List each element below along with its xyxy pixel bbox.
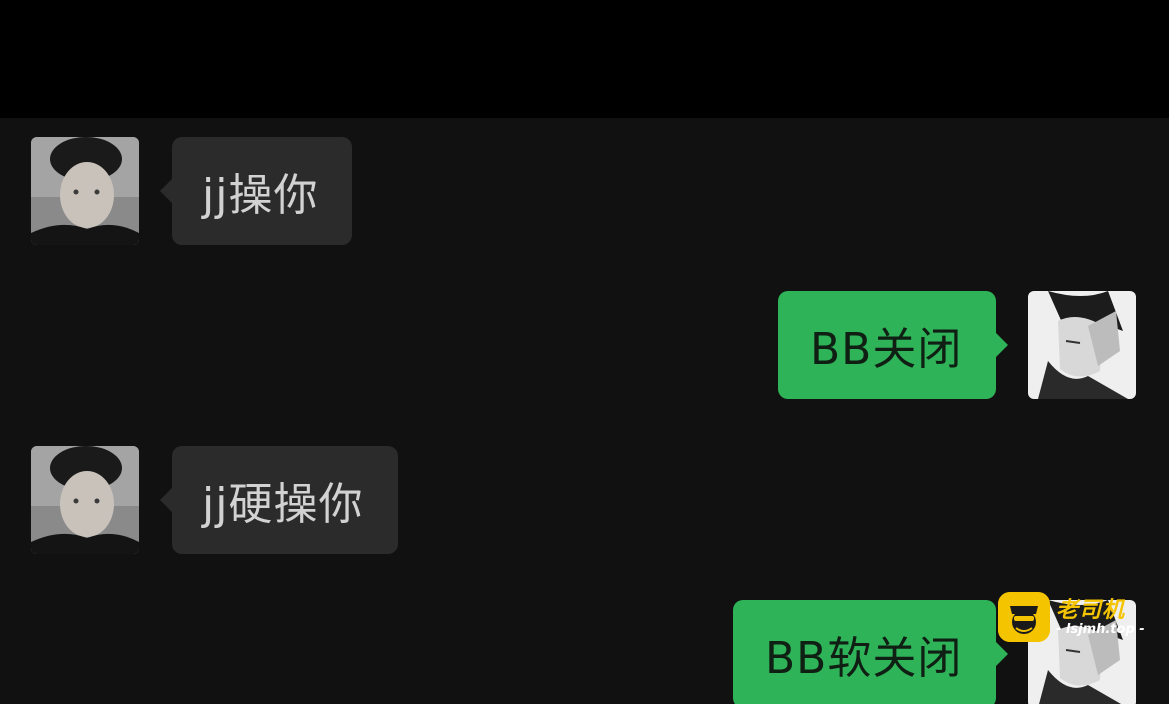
outgoing-message[interactable]: BB软关闭 xyxy=(733,600,1008,704)
incoming-message[interactable]: jj硬操你 xyxy=(160,446,398,554)
message-text: jj操你 xyxy=(202,170,319,221)
chat-screen: jj操你 BB关闭 jj硬操你 BB软关闭 老司机 - lsjmh.top - xyxy=(0,0,1169,704)
self-avatar[interactable] xyxy=(1028,291,1136,399)
watermark: 老司机 - lsjmh.top - xyxy=(998,592,1158,646)
top-bar xyxy=(0,0,1169,118)
watermark-name: 老司机 xyxy=(1056,598,1126,623)
outgoing-message[interactable]: BB关闭 xyxy=(778,291,1008,399)
friend-avatar[interactable] xyxy=(31,137,139,245)
driver-logo-icon xyxy=(998,592,1050,642)
friend-avatar[interactable] xyxy=(31,446,139,554)
message-text: BB软关闭 xyxy=(765,633,963,684)
message-text: BB关闭 xyxy=(810,324,963,375)
message-text: jj硬操你 xyxy=(202,479,364,530)
watermark-url: - lsjmh.top - xyxy=(1056,622,1145,637)
incoming-message[interactable]: jj操你 xyxy=(160,137,352,245)
